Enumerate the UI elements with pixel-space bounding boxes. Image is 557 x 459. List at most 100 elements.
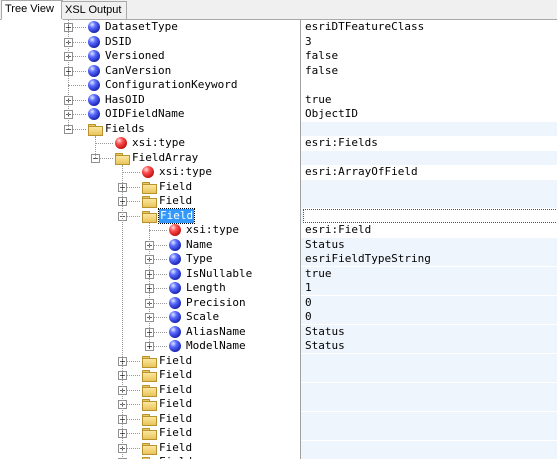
tree-row[interactable]: + AliasName Status — [0, 324, 557, 340]
node-name[interactable]: Type — [186, 252, 213, 266]
node-value[interactable]: Status — [305, 325, 345, 339]
node-value[interactable]: 1 — [305, 281, 312, 295]
node-name[interactable]: Name — [186, 238, 213, 252]
node-value[interactable]: esri:Fields — [305, 136, 378, 150]
tree-row[interactable]: − Field — [0, 207, 557, 224]
node-name[interactable]: xsi:type — [159, 165, 212, 179]
node-value[interactable]: Status — [305, 238, 345, 252]
value-cell-background — [301, 121, 557, 136]
node-name[interactable]: DSID — [105, 35, 132, 49]
tree-row[interactable]: + DSID 3 — [0, 35, 557, 50]
tree-row[interactable]: − FieldArray — [0, 150, 557, 166]
node-name[interactable]: Field — [159, 383, 192, 397]
tab-tree-view[interactable]: Tree View — [1, 0, 63, 20]
tree-row[interactable]: xsi:type esri:ArrayOfField — [0, 165, 557, 180]
tree-row[interactable]: + ModelName Status — [0, 339, 557, 354]
node-value[interactable]: Status — [305, 339, 345, 353]
tree-row[interactable]: + Versioned false — [0, 49, 557, 64]
node-value[interactable]: false — [305, 49, 338, 63]
node-name[interactable]: Field — [159, 354, 192, 368]
node-name[interactable]: OIDFieldName — [105, 107, 184, 121]
node-name[interactable]: CanVersion — [105, 64, 171, 78]
tree-row[interactable]: xsi:type esri:Field — [0, 223, 557, 238]
node-value[interactable]: ObjectID — [305, 107, 358, 121]
node-name[interactable]: Field — [159, 441, 192, 455]
tree-row[interactable]: + HasOID true — [0, 93, 557, 108]
node-name[interactable]: Field — [159, 426, 192, 440]
node-name[interactable]: xsi:type — [132, 136, 185, 150]
tree-row[interactable]: +Field — [0, 179, 557, 195]
folder-icon — [142, 428, 157, 440]
column-divider[interactable] — [300, 20, 301, 459]
node-name[interactable]: DatasetType — [105, 20, 178, 34]
node-name[interactable]: Versioned — [105, 49, 165, 63]
node-name[interactable]: Field — [159, 455, 192, 459]
node-name[interactable]: Field — [157, 207, 196, 224]
value-cell-background — [301, 179, 557, 194]
node-name[interactable]: Field — [159, 194, 192, 208]
node-name[interactable]: Field — [159, 368, 192, 382]
node-name[interactable]: Field — [159, 397, 192, 411]
tree-row[interactable]: + Scale 0 — [0, 310, 557, 325]
tree-row[interactable]: +Field — [0, 194, 557, 209]
tree-row[interactable]: +Field — [0, 455, 557, 459]
tree-guide-line — [122, 165, 123, 459]
node-value[interactable]: 0 — [305, 310, 312, 324]
node-name[interactable]: Length — [186, 281, 226, 295]
tree-row[interactable]: +Field — [0, 353, 557, 369]
node-value[interactable]: 0 — [305, 296, 312, 310]
blue-ball-icon — [169, 325, 181, 338]
tree-row[interactable]: +Field — [0, 368, 557, 383]
node-name[interactable]: IsNullable — [186, 267, 252, 281]
node-name[interactable]: FieldArray — [132, 151, 198, 165]
tree-view-panel[interactable]: + DatasetType esriDTFeatureClass + DSID 3 + Ver… — [0, 20, 557, 459]
value-cell-background — [301, 440, 557, 455]
tree-row[interactable]: +Field — [0, 397, 557, 412]
value-cell-background — [301, 266, 557, 281]
blue-ball-icon — [169, 238, 181, 251]
tab-xsl-output[interactable]: XSL Output — [61, 1, 127, 19]
folder-icon — [115, 152, 130, 165]
tree-row[interactable]: xsi:type esri:Fields — [0, 136, 557, 151]
node-name[interactable]: AliasName — [186, 325, 246, 339]
folder-icon — [142, 210, 157, 223]
tree-row[interactable]: + CanVersion false — [0, 64, 557, 79]
tree-row[interactable]: ConfigurationKeyword — [0, 78, 557, 93]
tree-row[interactable]: + Type esriFieldTypeString — [0, 252, 557, 267]
blue-ball-icon — [169, 253, 181, 265]
blue-ball-icon — [88, 35, 100, 48]
node-value[interactable]: esriDTFeatureClass — [305, 20, 424, 34]
node-name[interactable]: ModelName — [186, 339, 246, 353]
node-name[interactable]: Scale — [186, 310, 219, 324]
node-name[interactable]: HasOID — [105, 93, 145, 107]
node-value[interactable]: esri:ArrayOfField — [305, 165, 418, 179]
node-value[interactable]: true — [305, 93, 332, 107]
tree-row[interactable]: +Field — [0, 382, 557, 398]
tree-row[interactable]: +Field — [0, 426, 557, 441]
node-name[interactable]: Precision — [186, 296, 246, 310]
node-name[interactable]: Field — [159, 180, 192, 194]
tree-guide-line — [68, 20, 69, 129]
tree-row[interactable]: + OIDFieldName ObjectID — [0, 107, 557, 122]
node-value[interactable]: false — [305, 64, 338, 78]
node-name[interactable]: Field — [159, 412, 192, 426]
blue-ball-icon — [169, 340, 181, 352]
node-value[interactable]: esriFieldTypeString — [305, 252, 431, 266]
tree-row[interactable]: − Fields — [0, 121, 557, 137]
node-name[interactable]: xsi:type — [186, 223, 239, 237]
tree-row[interactable]: + Name Status — [0, 237, 557, 253]
tree-row[interactable]: + DatasetType esriDTFeatureClass — [0, 20, 557, 35]
tree-row[interactable]: + Precision 0 — [0, 295, 557, 311]
value-edit-box[interactable] — [303, 208, 557, 223]
tree-row[interactable]: +Field — [0, 440, 557, 456]
tree-row[interactable]: + Length 1 — [0, 281, 557, 296]
value-cell-background — [301, 426, 557, 440]
tree-row[interactable]: + IsNullable true — [0, 266, 557, 282]
node-value[interactable]: true — [305, 267, 332, 281]
node-name[interactable]: Fields — [105, 122, 145, 136]
node-value[interactable]: esri:Field — [305, 223, 371, 237]
blue-ball-icon — [169, 267, 181, 280]
node-name[interactable]: ConfigurationKeyword — [105, 78, 237, 92]
tree-row[interactable]: +Field — [0, 411, 557, 427]
node-value[interactable]: 3 — [305, 35, 312, 49]
